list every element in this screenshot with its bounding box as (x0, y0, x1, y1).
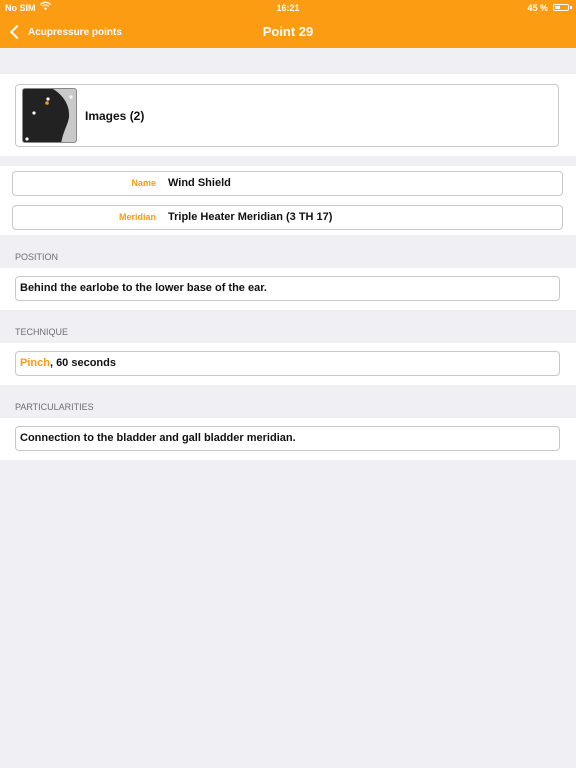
technique-box: Pinch, 60 seconds (15, 351, 560, 376)
position-section: Behind the earlobe to the lower base of … (0, 268, 576, 310)
images-cell[interactable]: Images (2) (15, 84, 559, 147)
status-bar: No SIM 16:21 45 % (0, 0, 576, 16)
particularities-header: PARTICULARITIES (15, 402, 94, 412)
technique-method: Pinch (20, 357, 50, 369)
name-value: Wind Shield (168, 177, 231, 189)
battery-fill (555, 6, 560, 9)
page-title: Point 29 (262, 24, 314, 39)
position-text: Behind the earlobe to the lower base of … (15, 276, 560, 301)
meridian-field: Meridian Triple Heater Meridian (3 TH 17… (12, 205, 563, 230)
images-section: Images (2) (0, 74, 576, 156)
head-profile-icon (23, 89, 76, 142)
meridian-value: Triple Heater Meridian (3 TH 17) (168, 211, 333, 223)
battery-icon (553, 4, 569, 11)
name-field: Name Wind Shield (12, 171, 563, 196)
details-section: Name Wind Shield Meridian Triple Heater … (0, 166, 576, 235)
top-bar: No SIM 16:21 45 % Acupressure points Poi… (0, 0, 576, 48)
point-thumbnail (22, 88, 77, 143)
status-time: 16:21 (276, 3, 300, 13)
technique-duration: , 60 seconds (49, 357, 116, 369)
position-header: POSITION (15, 252, 59, 262)
meridian-label: Meridian (118, 212, 156, 222)
navigation-bar: Acupressure points Point 29 (0, 16, 576, 48)
name-label: Name (131, 178, 156, 188)
battery-tip (570, 6, 572, 9)
images-label: Images (2) (85, 108, 145, 123)
technique-header: TECHNIQUE (15, 327, 69, 337)
battery-percentage: 45 % (527, 3, 548, 13)
technique-section: Pinch, 60 seconds (0, 343, 576, 385)
particularities-text: Connection to the bladder and gall bladd… (15, 426, 560, 451)
particularities-section: Connection to the bladder and gall bladd… (0, 418, 576, 460)
